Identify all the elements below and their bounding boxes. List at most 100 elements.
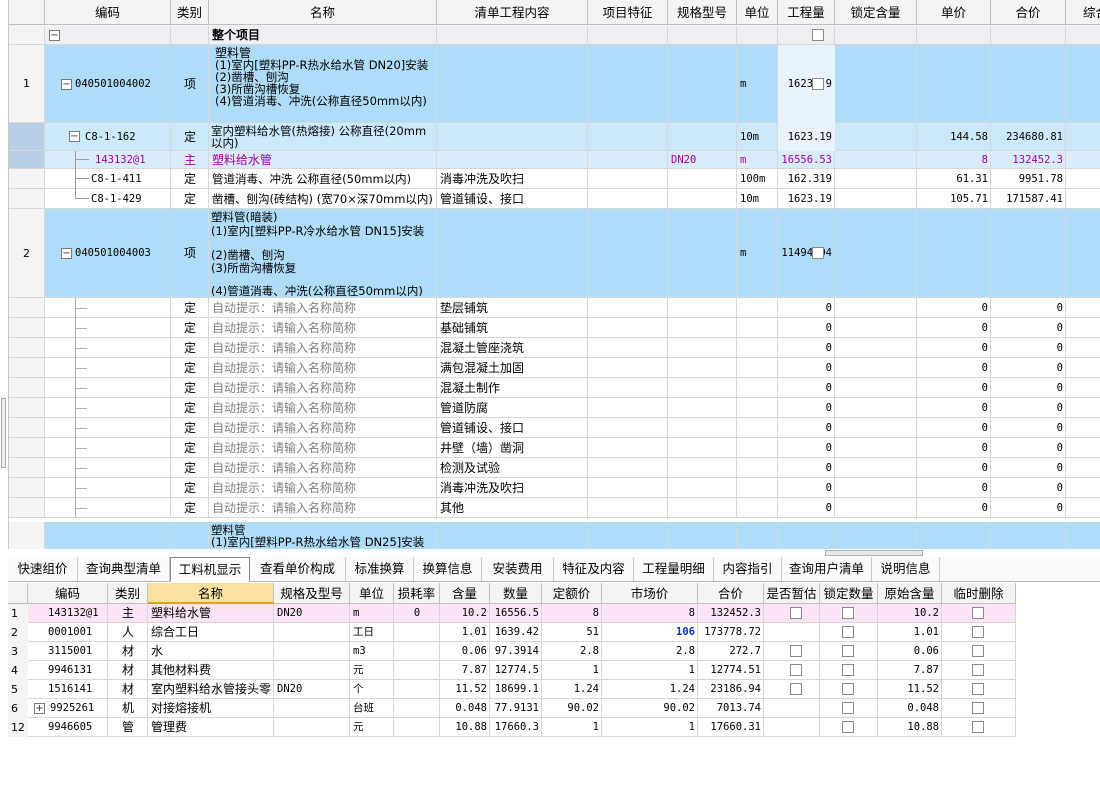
row-number — [9, 378, 45, 398]
splitter-handle[interactable] — [825, 550, 923, 556]
name-hint-input[interactable]: 自动提示：请输入名称简称 — [209, 298, 437, 318]
item-qty: 0 — [825, 442, 832, 454]
item-name-line: 室内塑料给水管(热熔接) 公称直径(20mm — [211, 125, 427, 138]
row-number — [9, 458, 45, 478]
temp-delete-checkbox[interactable] — [972, 683, 984, 695]
estimate-checkbox[interactable] — [790, 664, 802, 676]
tab-8[interactable]: 工程量明细 — [634, 557, 714, 581]
tab-9[interactable]: 内容指引 — [714, 557, 782, 581]
item-price: 0 — [981, 442, 988, 454]
lock-checkbox[interactable] — [812, 78, 824, 90]
item-qty: 0 — [825, 342, 832, 354]
grid-line — [667, 318, 668, 338]
item-name-block: 塑料管 (1)室内[塑料PP-R热水给水管 DN25]安装 — [211, 524, 589, 548]
lock-qty-checkbox[interactable] — [842, 683, 854, 695]
item-price: 61.31 — [956, 173, 988, 185]
lock-qty-checkbox[interactable] — [842, 626, 854, 638]
name-hint-input[interactable]: 自动提示：请输入名称简称 — [209, 498, 437, 518]
item-name: 凿槽、刨沟(砖结构) (宽70×深70mm以内) — [212, 192, 433, 206]
lock-qty-checkbox[interactable] — [842, 702, 854, 714]
type-header: 类别 — [108, 583, 148, 604]
temp-delete-checkbox[interactable] — [972, 664, 984, 676]
tree-line — [75, 378, 76, 398]
name-hint-input[interactable]: 自动提示：请输入名称简称 — [209, 378, 437, 398]
lock-checkbox[interactable] — [812, 247, 824, 259]
name-hint-input[interactable]: 自动提示：请输入名称简称 — [209, 398, 437, 418]
grid-line — [1065, 45, 1066, 123]
item-type: 定 — [183, 341, 196, 355]
material-market-price: 90.02 — [663, 702, 695, 714]
item-price: 8 — [981, 154, 988, 166]
top-grid: 编码类别名称清单工程内容项目特征规格型号单位工程量锁定含量单价合价综合 − 整个项… — [8, 0, 1100, 549]
name-hint-input[interactable]: 自动提示：请输入名称简称 — [209, 458, 437, 478]
composite-header: 综合 — [1066, 0, 1100, 25]
temp-delete-checkbox[interactable] — [972, 626, 984, 638]
left-scroll-marker[interactable] — [1, 398, 6, 468]
grid-line — [667, 418, 668, 438]
grid-line — [819, 718, 820, 737]
material-market-price: 2.8 — [676, 645, 695, 657]
material-type: 人 — [121, 625, 134, 639]
tab-bar: 快速组价 查询典型清单 工料机显示 查看单价构成 标准换算 换算信息 安装费用 特征及内容 工程… — [8, 557, 1100, 582]
name-hint-input[interactable]: 自动提示：请输入名称简称 — [209, 418, 437, 438]
material-qty: 97.3914 — [494, 645, 539, 657]
tab-7[interactable]: 特征及内容 — [554, 557, 634, 581]
lock-qty-checkbox[interactable] — [842, 664, 854, 676]
tab-1[interactable]: 查询典型清单 — [78, 557, 170, 581]
tree-line — [75, 398, 76, 418]
grid-line — [819, 642, 820, 661]
material-content: 0.048 — [455, 702, 487, 714]
grid-line — [1015, 642, 1016, 661]
row-number: 6 — [8, 699, 28, 718]
material-market-price: 1 — [688, 721, 695, 733]
tab-10[interactable]: 查询用户清单 — [782, 557, 872, 581]
grid-line — [1015, 699, 1016, 718]
temp-delete-checkbox[interactable] — [972, 607, 984, 619]
tab-6[interactable]: 安装费用 — [482, 557, 554, 581]
grid-line — [1065, 522, 1066, 549]
material-qty: 12774.5 — [494, 664, 539, 676]
name-hint-input[interactable]: 自动提示：请输入名称简称 — [209, 438, 437, 458]
material-quota-price: 2.8 — [580, 645, 599, 657]
item-content: 其他 — [440, 501, 465, 515]
lock-qty-checkbox[interactable] — [842, 721, 854, 733]
item-total: 0 — [1056, 342, 1063, 354]
tab-3[interactable]: 查看单价构成 — [250, 557, 346, 581]
collapse-icon[interactable]: − — [49, 30, 60, 41]
temp-delete-checkbox[interactable] — [972, 645, 984, 657]
lock-qty-checkbox[interactable] — [842, 645, 854, 657]
tree-line — [75, 408, 87, 409]
grid-line — [587, 151, 588, 169]
temp-delete-checkbox[interactable] — [972, 721, 984, 733]
name-hint-input[interactable]: 自动提示：请输入名称简称 — [209, 338, 437, 358]
tree-line — [75, 438, 76, 458]
lock-checkbox[interactable] — [812, 29, 824, 41]
name-hint-input[interactable]: 自动提示：请输入名称简称 — [209, 358, 437, 378]
tab-0[interactable]: 快速组价 — [8, 557, 78, 581]
item-unit: 10m — [740, 131, 759, 143]
tab-2[interactable]: 工料机显示 — [170, 557, 250, 582]
lock-qty-checkbox[interactable] — [842, 607, 854, 619]
tab-4[interactable]: 标准换算 — [346, 557, 414, 581]
name-hint-input[interactable]: 自动提示：请输入名称简称 — [209, 478, 437, 498]
tab-5[interactable]: 换算信息 — [414, 557, 482, 581]
estimate-checkbox[interactable] — [790, 683, 802, 695]
grid-line — [736, 338, 737, 358]
bottom-grid-body: 1 143132@1 主塑料给水管 DN20 m 0 10.2 16556.5 8 8 132452… — [8, 604, 1018, 744]
grid-line — [667, 398, 668, 418]
row-number — [9, 398, 45, 418]
item-price: 0 — [981, 322, 988, 334]
temp-delete-checkbox[interactable] — [972, 702, 984, 714]
item-name-line: (1)室内[塑料PP-R冷水给水管 DN15]安装 — [211, 224, 425, 238]
tree-line — [75, 498, 76, 518]
material-market-price: 8 — [688, 607, 695, 619]
estimate-checkbox[interactable] — [790, 645, 802, 657]
tree-line — [75, 348, 87, 349]
material-spec — [274, 699, 350, 718]
material-spec: DN20 — [277, 607, 303, 619]
estimate-checkbox[interactable] — [790, 607, 802, 619]
name-hint-input[interactable]: 自动提示：请输入名称简称 — [209, 318, 437, 338]
material-name: 水 — [151, 644, 164, 658]
material-total: 12774.51 — [710, 664, 761, 676]
tab-11[interactable]: 说明信息 — [872, 557, 940, 581]
